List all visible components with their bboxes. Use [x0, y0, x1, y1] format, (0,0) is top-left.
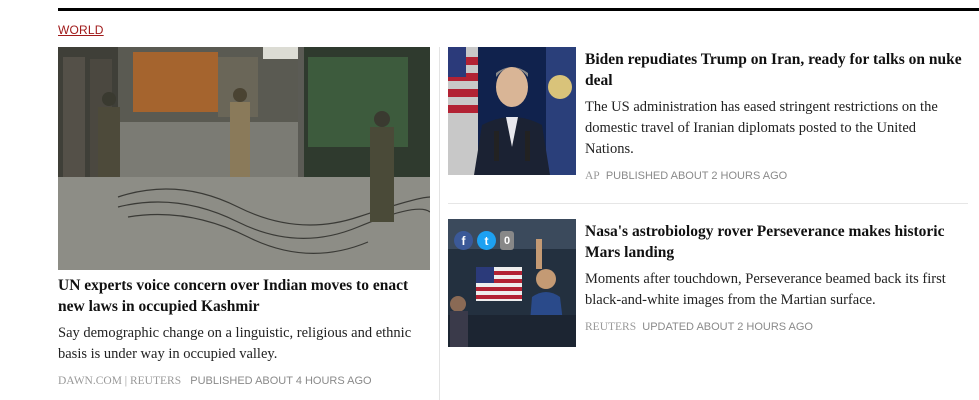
- lead-headline[interactable]: UN experts voice concern over Indian mov…: [58, 275, 430, 317]
- story-text: Nasa's astrobiology rover Perseverance m…: [585, 221, 968, 333]
- biden-presser-image: [448, 47, 576, 175]
- story-text: Biden repudiates Trump on Iran, ready fo…: [585, 49, 968, 182]
- lead-summary: Say demographic change on a linguistic, …: [58, 325, 412, 362]
- story-source: REUTERS: [585, 321, 637, 333]
- story-published: PUBLISHED ABOUT 2 HOURS AGO: [605, 170, 788, 182]
- section-link-world[interactable]: WORLD: [58, 23, 104, 37]
- story-headline[interactable]: Biden repudiates Trump on Iran, ready fo…: [585, 49, 968, 91]
- share-count: 0: [500, 231, 514, 250]
- story-headline[interactable]: Nasa's astrobiology rover Perseverance m…: [585, 221, 968, 263]
- lead-source: DAWN.COM | REUTERS: [58, 375, 182, 387]
- share-buttons: f t 0: [454, 231, 514, 250]
- story-meta: REUTERS UPDATED ABOUT 2 HOURS AGO: [585, 321, 968, 333]
- facebook-icon[interactable]: f: [454, 231, 473, 250]
- top-rule: [58, 8, 979, 11]
- lead-story: UN experts voice concern over Indian mov…: [58, 47, 430, 387]
- story-summary: The US administration has eased stringen…: [585, 99, 938, 157]
- street-scene-image: [58, 47, 430, 270]
- twitter-icon[interactable]: t: [477, 231, 496, 250]
- lead-meta: DAWN.COM | REUTERS PUBLISHED ABOUT 4 HOU…: [58, 375, 430, 387]
- story-meta: AP PUBLISHED ABOUT 2 HOURS AGO: [585, 170, 968, 182]
- story-thumbnail[interactable]: [448, 47, 576, 175]
- story-source: AP: [585, 170, 600, 182]
- lead-story-image[interactable]: [58, 47, 430, 270]
- story-summary: Moments after touchdown, Perseverance be…: [585, 271, 946, 308]
- story-divider: [448, 203, 968, 204]
- column-divider: [439, 47, 440, 400]
- lead-published: PUBLISHED ABOUT 4 HOURS AGO: [190, 375, 372, 387]
- story-thumbnail[interactable]: f t 0: [448, 219, 576, 347]
- story-published: UPDATED ABOUT 2 HOURS AGO: [642, 321, 813, 333]
